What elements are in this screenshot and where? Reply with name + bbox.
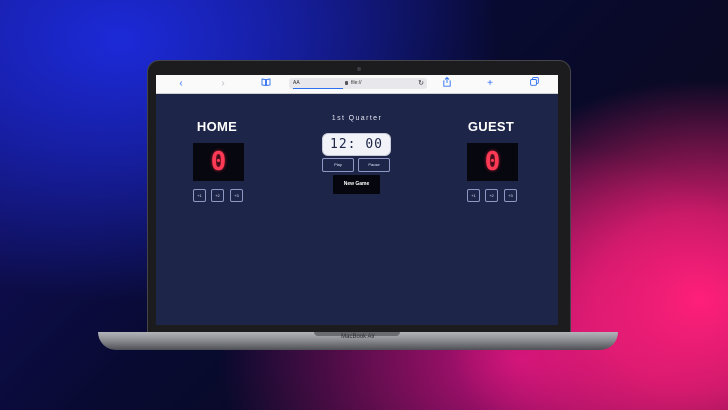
home-add-1-button[interactable]: +1 xyxy=(193,189,206,202)
home-score: 0 xyxy=(210,147,227,177)
address-bar[interactable]: AA file:// ↻ xyxy=(289,78,427,89)
laptop-base: MacBook Air xyxy=(98,332,618,350)
guest-title: GUEST xyxy=(467,119,515,134)
guest-add-1-button[interactable]: +1 xyxy=(467,189,480,202)
guest-score-display: 0 xyxy=(467,143,518,181)
guest-add-3-button[interactable]: +3 xyxy=(504,189,517,202)
period-label: 1st Quarter xyxy=(331,115,383,122)
url-text: file:// xyxy=(351,80,362,86)
camera-icon xyxy=(357,67,361,71)
book-icon[interactable] xyxy=(259,77,273,90)
new-game-button[interactable]: New Game xyxy=(333,175,380,194)
home-score-display: 0 xyxy=(193,143,244,181)
game-timer: 12: 00 xyxy=(322,133,391,156)
home-title: HOME xyxy=(196,119,238,134)
laptop-frame: ‹ › AA file:// ↻ + HOME 0 +1 +2 +3 1st Q… xyxy=(147,60,571,334)
reload-icon[interactable]: ↻ xyxy=(418,78,424,89)
lock-icon xyxy=(345,81,348,85)
plus-icon[interactable]: + xyxy=(483,77,497,90)
model-label: MacBook Air xyxy=(341,334,375,340)
chevron-right-icon[interactable]: › xyxy=(216,77,230,90)
home-add-2-button[interactable]: +2 xyxy=(211,189,224,202)
share-icon[interactable] xyxy=(440,76,454,90)
load-progress xyxy=(293,88,343,89)
tabs-icon[interactable] xyxy=(527,77,541,90)
pause-button[interactable]: Pause xyxy=(358,158,390,172)
play-button[interactable]: Play xyxy=(322,158,354,172)
guest-score: 0 xyxy=(484,147,501,177)
guest-add-2-button[interactable]: +2 xyxy=(485,189,498,202)
home-add-3-button[interactable]: +3 xyxy=(230,189,243,202)
browser-toolbar: ‹ › AA file:// ↻ + xyxy=(156,75,558,94)
screen: ‹ › AA file:// ↻ + HOME 0 +1 +2 +3 1st Q… xyxy=(156,75,558,325)
chevron-left-icon[interactable]: ‹ xyxy=(174,77,188,90)
